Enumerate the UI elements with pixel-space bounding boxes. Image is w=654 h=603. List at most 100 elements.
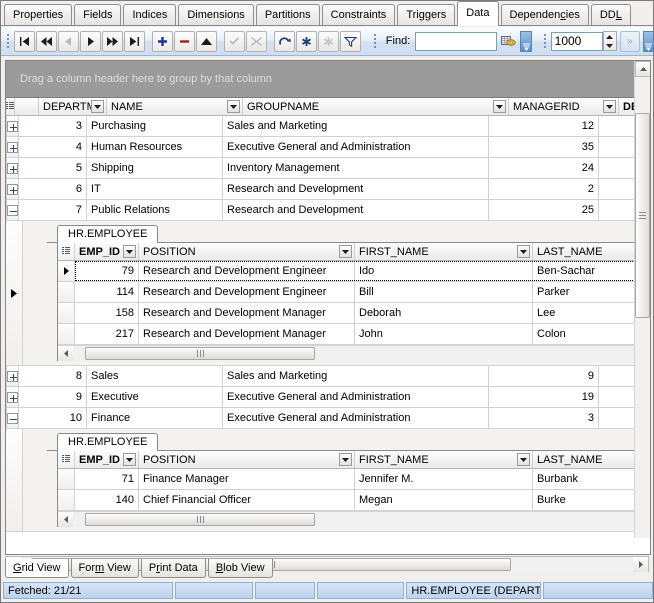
column-header-managerid[interactable]: MANAGERID [509, 98, 619, 115]
column-header-groupname[interactable]: GROUPNAME [243, 98, 509, 115]
detail-table-row[interactable]: 71 Finance Manager Jennifer M. Burbank [58, 469, 650, 490]
detail-horizontal-scrollbar[interactable] [58, 511, 650, 527]
expand-row-icon[interactable] [7, 120, 18, 132]
cell-groupname[interactable]: Executive General and Administration [223, 387, 489, 407]
grid-vertical-scrollbar[interactable] [634, 61, 650, 538]
row-expand-cell[interactable] [7, 366, 19, 386]
tab-constraints[interactable]: Constraints [321, 4, 396, 25]
cell-departme[interactable]: 8 [19, 366, 87, 386]
table-row[interactable]: 8 Sales Sales and Marketing 9 [6, 366, 650, 387]
detail-column-header-first_name[interactable]: FIRST_NAME [355, 243, 533, 260]
fetch-toolbar-grip[interactable] [542, 30, 549, 52]
scroll-up-icon[interactable] [635, 61, 650, 77]
header-indicator-cell[interactable] [6, 98, 15, 115]
detail-cell-first_name[interactable]: Jennifer M. [355, 469, 533, 489]
detail-column-header-last_name[interactable]: LAST_NAME [533, 451, 650, 468]
detail-table-row[interactable]: 140 Chief Financial Officer Megan Burke [58, 490, 650, 511]
column-filter-button[interactable] [603, 100, 616, 113]
detail-cell-position[interactable]: Research and Development Manager [139, 324, 355, 344]
spinner-down-icon[interactable] [604, 41, 616, 50]
row-expand-cell[interactable] [7, 408, 19, 428]
detail-cell-emp_id[interactable]: 217 [75, 324, 139, 344]
tab-ddl[interactable]: DDL [590, 4, 631, 25]
expand-row-icon[interactable] [7, 162, 18, 174]
detail-header-indicator[interactable] [58, 451, 75, 468]
cell-departme[interactable]: 6 [19, 179, 87, 199]
cell-name[interactable]: Shipping [87, 158, 223, 178]
column-filter-button[interactable] [91, 100, 104, 113]
column-filter-button[interactable] [227, 100, 240, 113]
detail-column-header-position[interactable]: POSITION [139, 243, 355, 260]
cell-managerid[interactable]: 9 [489, 366, 599, 386]
detail-table-row[interactable]: 217 Research and Development Manager John C… [58, 324, 650, 345]
detail-cell-first_name[interactable]: Deborah [355, 303, 533, 323]
detail-cell-emp_id[interactable]: 79 [75, 261, 139, 281]
detail-column-filter-button[interactable] [517, 453, 530, 466]
detail-cell-last_name[interactable]: Lee [533, 303, 650, 323]
detail-scroll-left-icon[interactable] [58, 345, 73, 361]
refresh-button[interactable] [273, 30, 295, 52]
cell-departme[interactable]: 10 [19, 408, 87, 428]
cell-name[interactable]: Public Relations [87, 200, 223, 220]
detail-column-filter-button[interactable] [123, 245, 136, 258]
detail-horizontal-scrollbar[interactable] [58, 345, 650, 361]
row-expand-cell[interactable] [7, 200, 19, 220]
fetch-all-button[interactable]: » [619, 30, 640, 52]
tab-indices[interactable]: Indices [123, 4, 177, 25]
column-header-name[interactable]: NAME [107, 98, 243, 115]
tab-data[interactable]: Data [457, 1, 499, 26]
view-tab-form-view[interactable]: Form View [70, 559, 139, 578]
detail-cell-last_name[interactable]: Burbank [533, 469, 650, 489]
tab-dependencies[interactable]: Dependencies [500, 4, 589, 25]
delete-record-button[interactable] [173, 30, 195, 52]
detail-column-filter-button[interactable] [123, 453, 136, 466]
detail-cell-last_name[interactable]: Burke [533, 490, 650, 510]
find-input[interactable] [415, 31, 498, 51]
expand-row-icon[interactable] [7, 141, 18, 153]
table-row[interactable]: 3 Purchasing Sales and Marketing 12 [6, 116, 650, 137]
cell-name[interactable]: Human Resources [87, 137, 223, 157]
detail-cell-first_name[interactable]: Megan [355, 490, 533, 510]
expand-row-icon[interactable] [7, 183, 18, 195]
detail-cell-position[interactable]: Finance Manager [139, 469, 355, 489]
fetch-options-dropdown[interactable] [642, 30, 653, 52]
cell-managerid[interactable]: 24 [489, 158, 599, 178]
tab-dimensions[interactable]: Dimensions [178, 4, 254, 25]
table-row[interactable]: 5 Shipping Inventory Management 24 [6, 158, 650, 179]
detail-column-header-position[interactable]: POSITION [139, 451, 355, 468]
group-by-panel[interactable]: Drag a column header here to group by th… [6, 61, 650, 98]
cell-name[interactable]: IT [87, 179, 223, 199]
first-record-button[interactable] [13, 30, 35, 52]
expand-row-icon[interactable] [7, 370, 18, 382]
detail-column-header-last_name[interactable]: LAST_NAME [533, 243, 650, 260]
detail-tab-hr-employee[interactable]: HR.EMPLOYEE [57, 433, 159, 451]
detail-cell-position[interactable]: Research and Development Engineer [139, 261, 355, 281]
cell-managerid[interactable]: 35 [489, 137, 599, 157]
tab-triggers[interactable]: Triggers [397, 4, 456, 25]
detail-table-row[interactable]: 114 Research and Development Engineer Bill… [58, 282, 650, 303]
detail-column-header-emp_id[interactable]: EMP_ID [75, 243, 139, 260]
next-record-button[interactable] [79, 30, 101, 52]
cell-groupname[interactable]: Inventory Management [223, 158, 489, 178]
insert-record-button[interactable] [151, 30, 173, 52]
tab-properties[interactable]: Properties [4, 4, 73, 25]
detail-scroll-thumb[interactable] [85, 346, 315, 360]
table-row[interactable]: 4 Human Resources Executive General and Ad… [6, 137, 650, 158]
detail-cell-first_name[interactable]: John [355, 324, 533, 344]
collapse-row-icon[interactable] [7, 412, 18, 424]
find-execute-icon[interactable] [499, 31, 519, 52]
detail-cell-position[interactable]: Chief Financial Officer [139, 490, 355, 510]
table-row[interactable]: 6 IT Research and Development 2 [6, 179, 650, 200]
detail-cell-emp_id[interactable]: 140 [75, 490, 139, 510]
table-row[interactable]: 10 Finance Executive General and Administr… [6, 408, 650, 429]
vertical-scroll-thumb[interactable] [635, 113, 650, 318]
cell-departme[interactable]: 5 [19, 158, 87, 178]
view-tab-print-data[interactable]: Print Data [140, 559, 206, 578]
detail-table-row[interactable]: 79 Research and Development Engineer Ido Be… [58, 261, 650, 282]
find-options-dropdown[interactable] [520, 30, 533, 52]
cell-departme[interactable]: 7 [19, 200, 87, 220]
view-tab-grid-view[interactable]: Grid View [5, 559, 69, 578]
row-expand-cell[interactable] [7, 387, 19, 407]
cell-departme[interactable]: 3 [19, 116, 87, 136]
detail-column-header-emp_id[interactable]: EMP_ID [75, 451, 139, 468]
